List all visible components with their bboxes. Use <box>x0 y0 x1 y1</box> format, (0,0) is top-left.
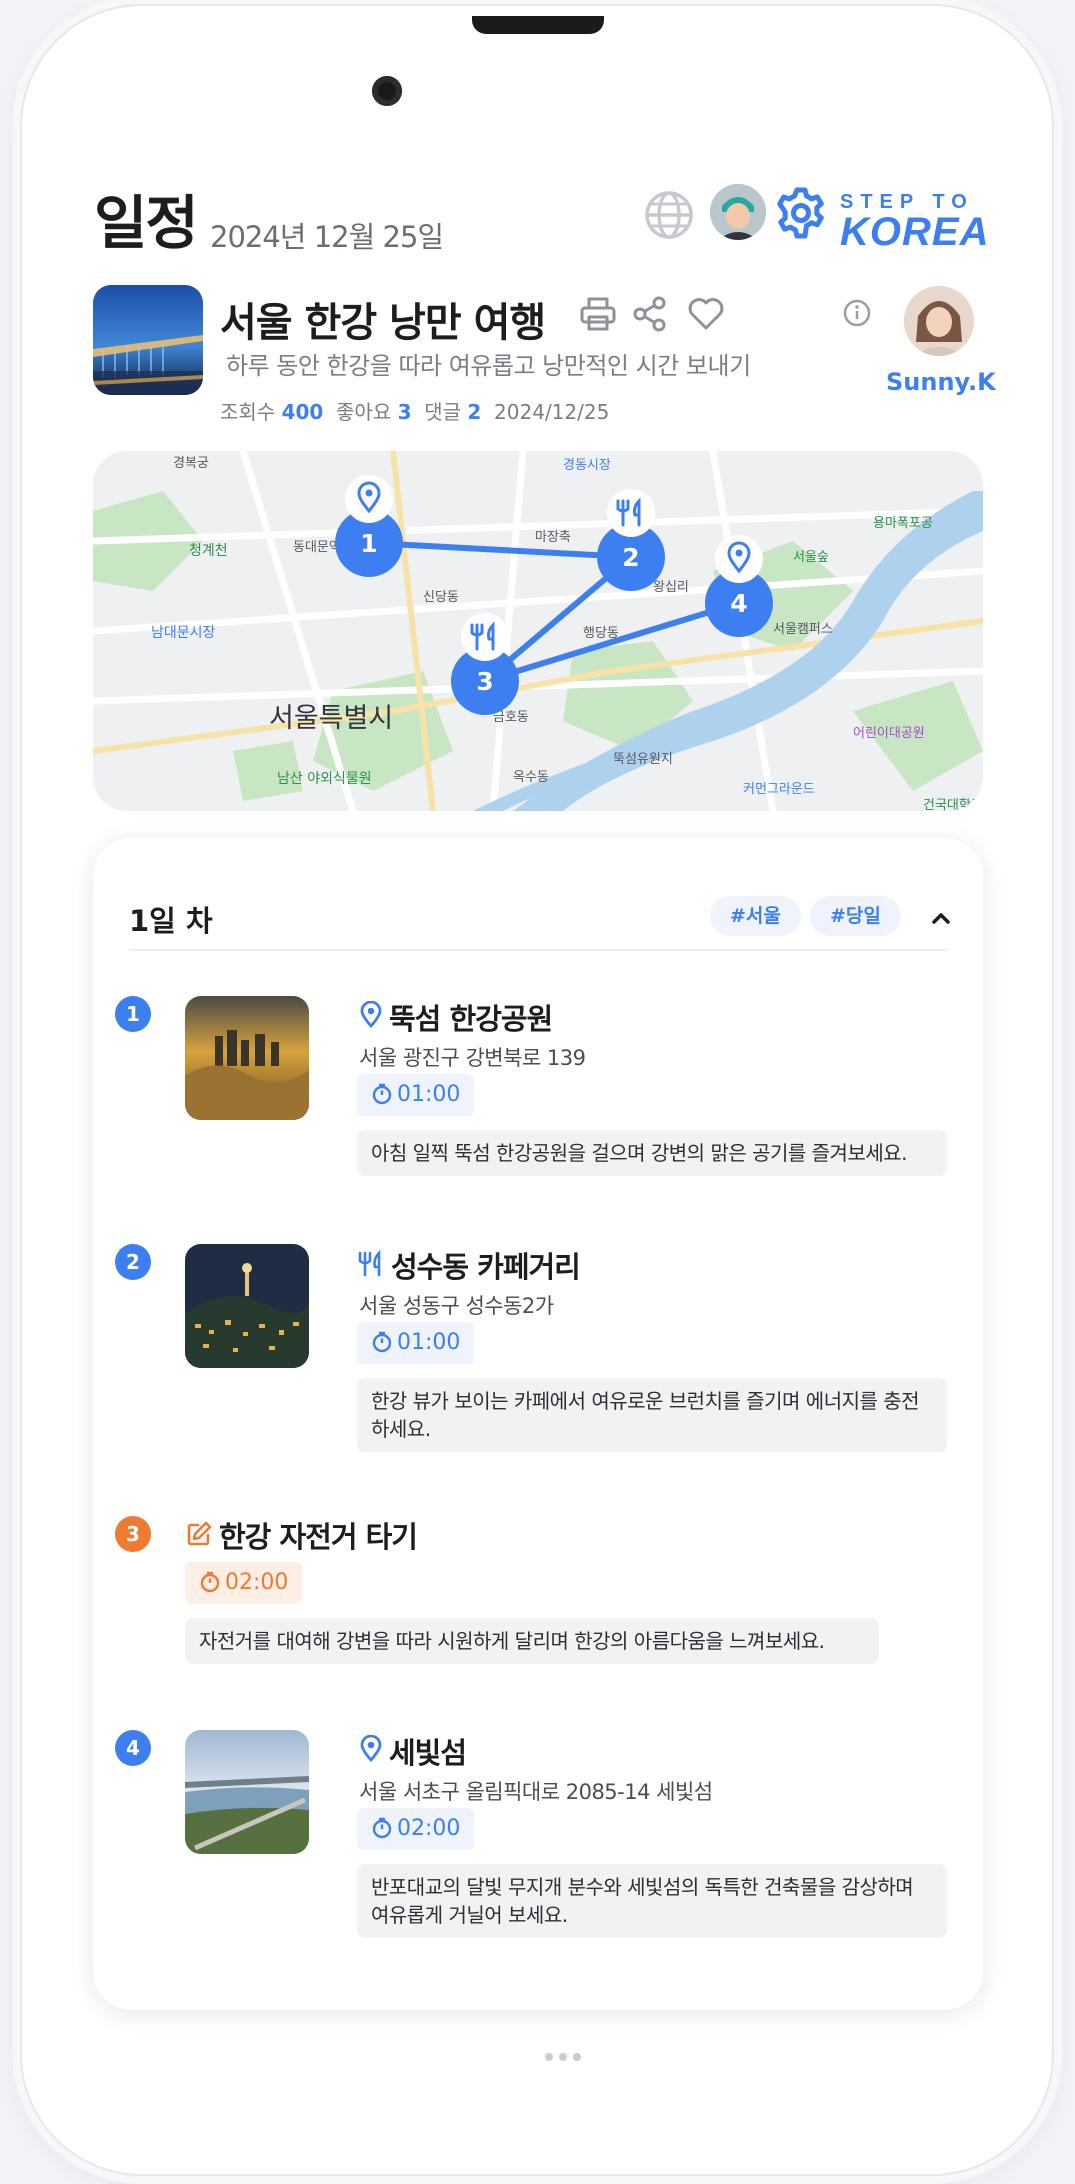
stop-2-number: 2 <box>115 1244 151 1280</box>
stop-1-duration: 01:00 <box>357 1074 475 1116</box>
stop-1-title[interactable]: 뚝섬 한강공원 <box>389 996 553 1038</box>
divider <box>129 949 947 951</box>
phone-frame: 일정 2024년 12월 25일 STEP TO KOREA 서울 한강 낭만 … <box>22 6 1052 2174</box>
views-label: 조회수 <box>220 400 276 424</box>
author-avatar[interactable] <box>904 286 974 356</box>
gear-icon[interactable] <box>774 186 828 240</box>
page-date: 2024년 12월 25일 <box>210 220 444 254</box>
map-label-oksu: 옥수동 <box>513 770 549 785</box>
info-icon[interactable] <box>842 298 872 328</box>
brand-line-1: STEP TO <box>840 191 974 213</box>
globe-icon[interactable] <box>642 188 696 242</box>
stop-2-note: 한강 뷰가 보이는 카페에서 여유로운 브런치를 즐기며 에너지를 충전하세요. <box>357 1378 947 1452</box>
map-label-konkuk: 건국대학교 <box>923 798 983 811</box>
brand-logo[interactable]: STEP TO KOREA <box>840 192 989 252</box>
svg-text:2: 2 <box>622 543 639 572</box>
stop-4-address: 서울 서초구 올림픽대로 2085-14 세빛섬 <box>359 1780 713 1804</box>
stop-4-duration-text: 02:00 <box>397 1816 461 1841</box>
stop-1-duration-text: 01:00 <box>397 1082 461 1107</box>
map-label-namdaemun: 남대문시장 <box>151 625 216 641</box>
print-icon[interactable] <box>578 294 618 334</box>
trip-description: 하루 동안 한강을 따라 여유롭고 낭만적인 시간 보내기 <box>226 352 751 380</box>
timer-icon <box>372 1331 392 1353</box>
map-label-yongma: 용마폭포공 <box>873 516 933 531</box>
comments-label: 댓글 <box>424 400 462 424</box>
map-label-wangsimni: 왕십리 <box>653 580 689 595</box>
stop-4-duration: 02:00 <box>357 1808 475 1850</box>
location-pin-icon <box>360 1735 382 1763</box>
map-label-commonground: 커먼그라운드 <box>743 782 815 797</box>
stop-1-note: 아침 일찍 뚝섬 한강공원을 걸으며 강변의 맑은 공기를 즐겨보세요. <box>357 1130 947 1176</box>
location-pin-icon <box>360 1001 382 1029</box>
map-label-campus: 서울캠퍼스 <box>773 622 833 637</box>
day-label: 1일 차 <box>129 904 213 938</box>
map-label-market: 경동시장 <box>563 458 611 473</box>
likes-count: 3 <box>397 400 412 424</box>
stop-1-number: 1 <box>115 996 151 1032</box>
share-icon[interactable] <box>630 294 670 334</box>
stop-3-number: 3 <box>115 1516 151 1552</box>
itinerary-card: 1일 차 #서울 #당일 1 뚝섬 한강공원 서울 광진구 강변북로 139 0… <box>93 838 983 2010</box>
stop-3-duration-text: 02:00 <box>225 1570 289 1595</box>
map-label-cheonggyecheon: 청계천 <box>189 543 228 559</box>
views-count: 400 <box>281 400 324 424</box>
heart-icon[interactable] <box>686 294 726 334</box>
more-dots-icon[interactable] <box>542 2046 584 2065</box>
chevron-up-icon[interactable] <box>927 904 955 932</box>
svg-text:1: 1 <box>360 529 377 558</box>
stop-2-duration-text: 01:00 <box>397 1330 461 1355</box>
map-label-ttukseom: 뚝섬유원지 <box>613 752 673 767</box>
stop-2-duration: 01:00 <box>357 1322 475 1364</box>
stop-3-title[interactable]: 한강 자전거 타기 <box>219 1514 418 1556</box>
timer-icon <box>372 1817 392 1839</box>
likes-label: 좋아요 <box>336 400 392 424</box>
stop-2-title[interactable]: 성수동 카페거리 <box>391 1244 581 1286</box>
trip-thumbnail <box>93 285 203 395</box>
stop-4-title[interactable]: 세빛섬 <box>389 1730 467 1772</box>
map-label-seoul: 서울특별시 <box>269 703 393 734</box>
route-map[interactable]: 경복궁 청계천 남대문시장 동대문역사문화공원 경동시장 마장축 용마폭포공 서… <box>93 451 983 811</box>
front-camera <box>372 76 402 106</box>
stop-4-note: 반포대교의 달빛 무지개 분수와 세빛섬의 독특한 건축물을 감상하며 여유롭게… <box>357 1864 947 1938</box>
comments-count: 2 <box>467 400 482 424</box>
stop-3-note: 자전거를 대여해 강변을 따라 시원하게 달리며 한강의 아름다움을 느껴보세요… <box>185 1618 879 1664</box>
stop-4-number: 4 <box>115 1730 151 1766</box>
stop-2-address: 서울 성동구 성수동2가 <box>359 1294 554 1318</box>
svg-text:4: 4 <box>730 589 747 618</box>
map-label-sindang: 신당동 <box>423 590 459 605</box>
trip-title: 서울 한강 낭만 여행 <box>220 300 546 346</box>
author-name[interactable]: Sunny.K <box>886 368 996 396</box>
page-title: 일정 <box>94 189 199 257</box>
stop-1-thumbnail[interactable] <box>185 996 309 1120</box>
map-label-seoulforest: 서울숲 <box>793 550 829 565</box>
svg-text:3: 3 <box>476 667 493 696</box>
tag-day-trip[interactable]: #당일 <box>810 896 901 936</box>
tag-seoul[interactable]: #서울 <box>710 896 801 936</box>
edit-icon <box>187 1521 212 1546</box>
stop-1-address: 서울 광진구 강변북로 139 <box>359 1046 586 1070</box>
map-label-gyeongbokgung: 경복궁 <box>173 456 209 471</box>
trip-meta: 조회수 400 좋아요 3 댓글 2 2024/12/25 <box>220 396 609 425</box>
user-avatar[interactable] <box>710 184 766 240</box>
map-label-namsan: 남산 야외식물원 <box>277 771 372 787</box>
stop-2-thumbnail[interactable] <box>185 1244 309 1368</box>
timer-icon <box>200 1571 220 1593</box>
notch <box>472 16 604 34</box>
trip-date: 2024/12/25 <box>494 400 610 424</box>
stop-4-thumbnail[interactable] <box>185 1730 309 1854</box>
fork-knife-icon <box>358 1250 381 1277</box>
timer-icon <box>372 1083 392 1105</box>
brand-line-2: KOREA <box>840 210 990 254</box>
stop-3-duration: 02:00 <box>185 1562 303 1604</box>
map-label-majang: 마장축 <box>535 530 571 545</box>
map-label-childrenpark: 어린이대공원 <box>853 726 925 741</box>
